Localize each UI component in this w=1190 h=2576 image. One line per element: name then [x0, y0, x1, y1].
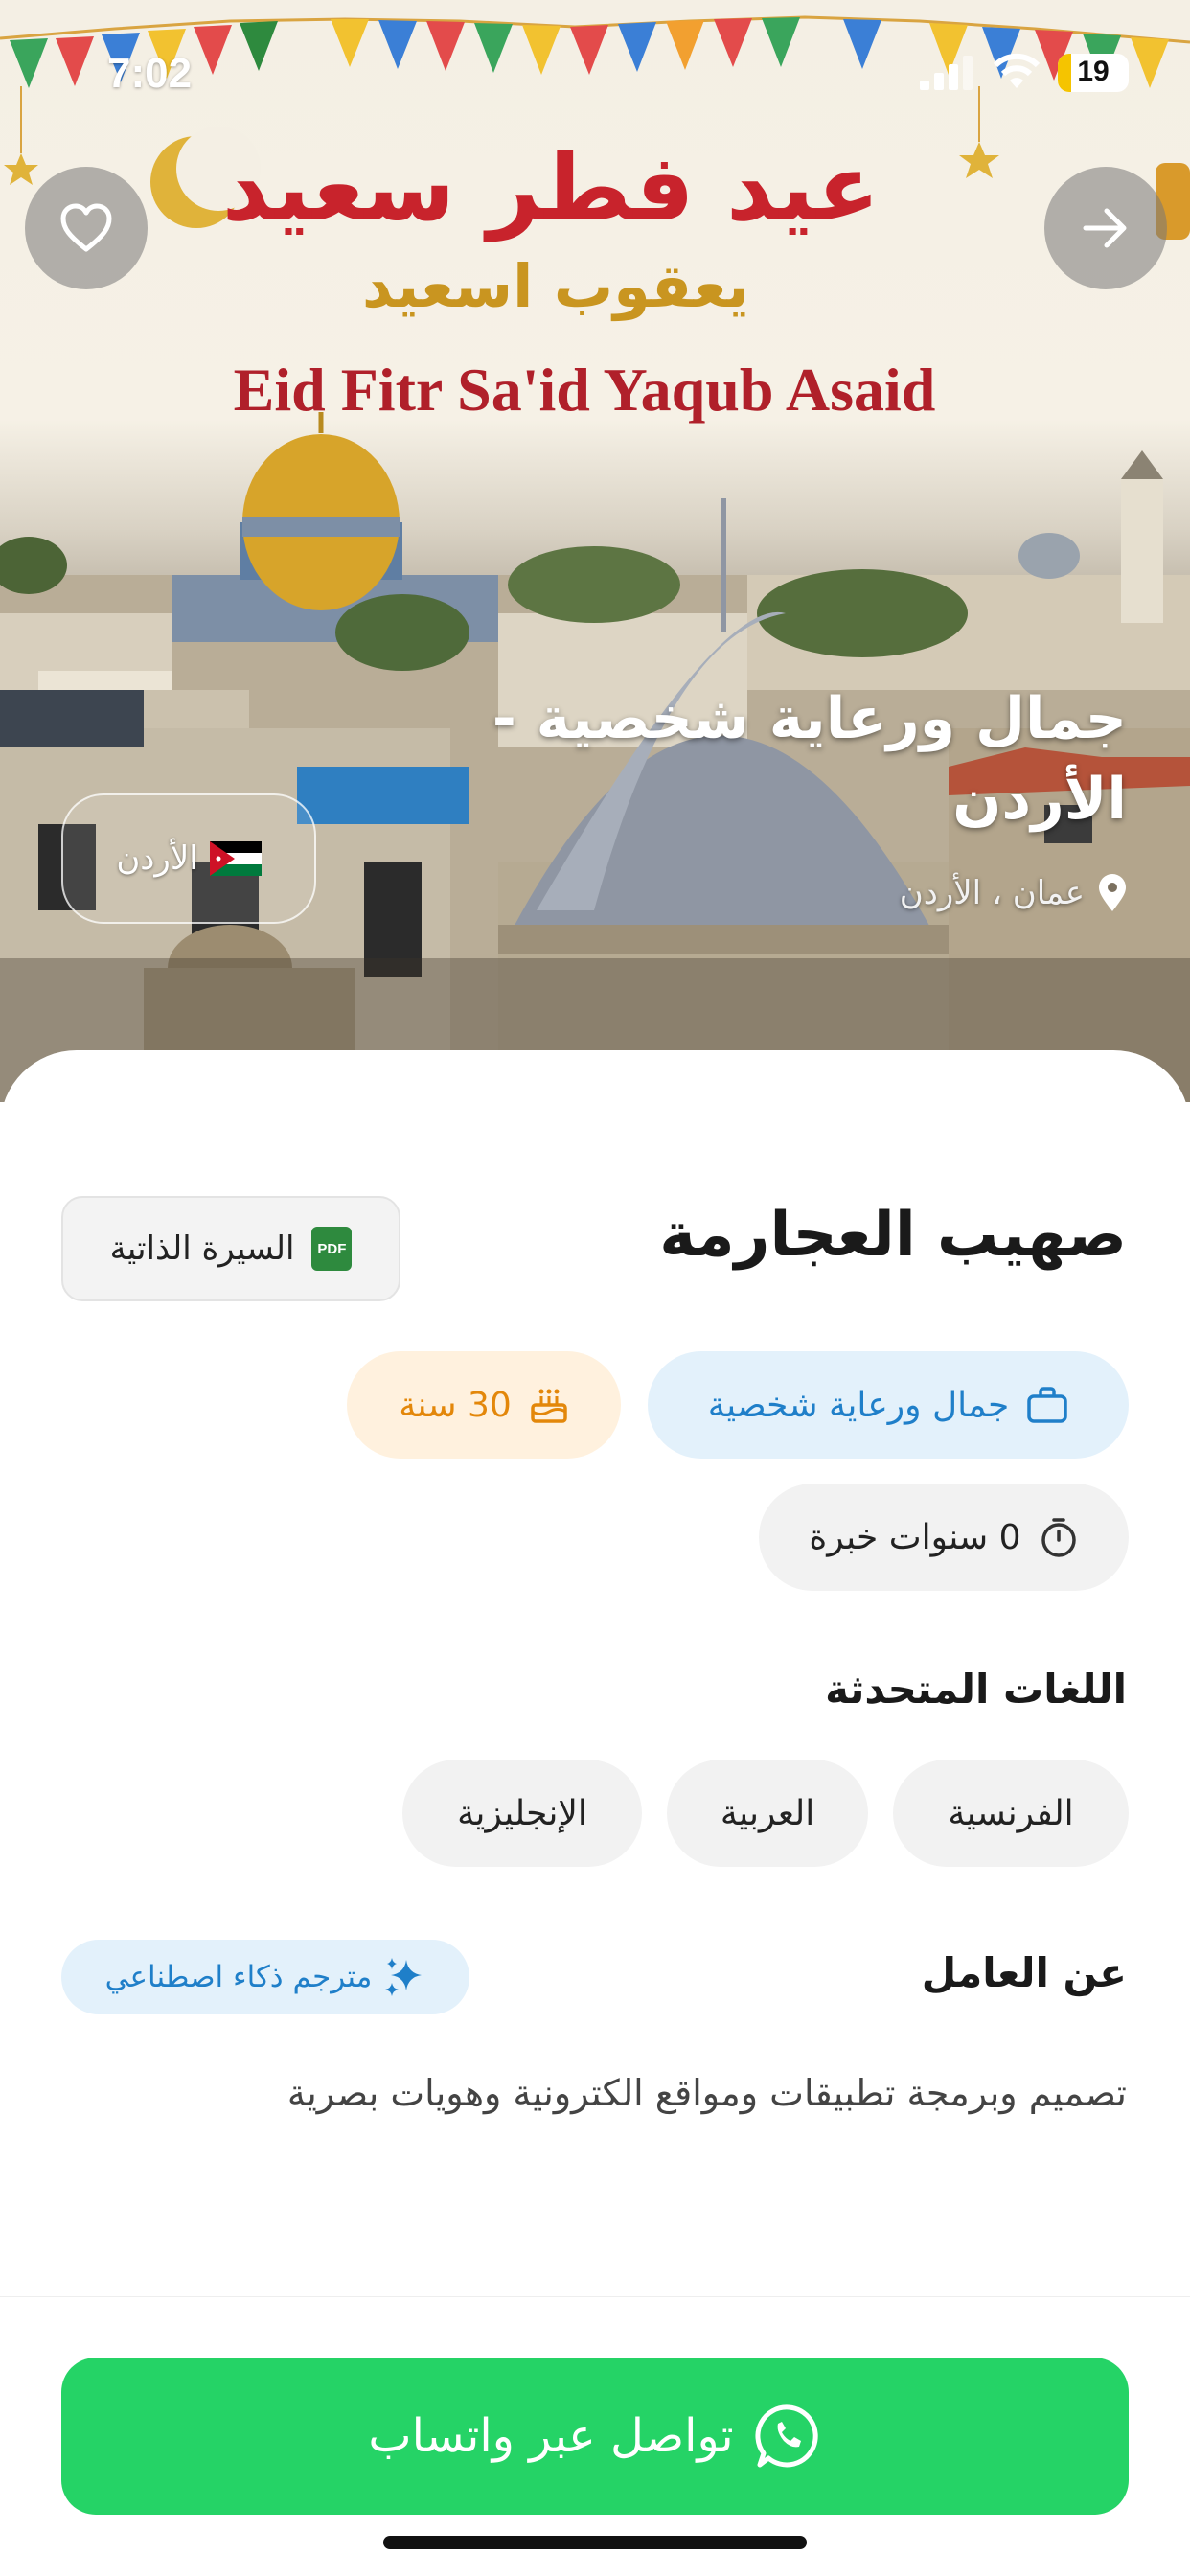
- status-bar: 7:02 19: [0, 0, 1190, 144]
- battery-icon: 19: [1058, 54, 1129, 92]
- location-text: عمان ، الأردن: [899, 874, 1085, 912]
- battery-level: 19: [1077, 56, 1110, 87]
- arrow-right-icon: [1083, 208, 1127, 248]
- country-chip[interactable]: الأردن: [61, 794, 316, 924]
- ai-translator-label: مترجم ذكاء اصطناعي: [104, 1960, 373, 1994]
- status-time: 7:02: [107, 50, 193, 97]
- experience-label: 0 سنوات خبرة: [809, 1517, 1021, 1557]
- cake-icon: [531, 1389, 567, 1423]
- language-chip: الفرنسية: [893, 1760, 1129, 1867]
- age-tag: 30 سنة: [347, 1351, 621, 1459]
- signal-icon: [920, 56, 973, 90]
- banner-name: يعقوب اسعيد: [362, 251, 749, 321]
- forward-button[interactable]: [1044, 167, 1167, 289]
- language-chip: الإنجليزية: [402, 1760, 642, 1867]
- listing-location: عمان ، الأردن: [900, 874, 1127, 912]
- whatsapp-contact-button[interactable]: تواصل عبر واتساب: [61, 2358, 1129, 2515]
- banner-english: Eid Fitr Sa'id Yaqub Asaid: [233, 356, 936, 424]
- wifi-icon: [993, 53, 1041, 88]
- location-pin-icon: [1099, 874, 1126, 911]
- listing-title: جمال ورعاية شخصية - الأردن: [492, 685, 1127, 833]
- home-indicator: [383, 2536, 807, 2549]
- about-title: عن العامل: [921, 1949, 1127, 1996]
- about-description: تصميم وبرمجة تطبيقات ومواقع الكترونية وه…: [286, 2072, 1127, 2114]
- age-label: 30 سنة: [399, 1385, 512, 1425]
- banner-greeting: عيد فطر سعيد: [221, 134, 881, 242]
- category-tag: جمال ورعاية شخصية: [648, 1351, 1129, 1459]
- sparkle-icon: [385, 1958, 423, 1996]
- country-chip-label: الأردن: [116, 840, 198, 878]
- stopwatch-icon: [1041, 1518, 1076, 1557]
- briefcase-icon: [1027, 1387, 1067, 1423]
- jordan-flag-icon: [209, 841, 262, 876]
- language-chip: العربية: [667, 1760, 868, 1867]
- cv-button-label: السيرة الذاتية: [109, 1230, 295, 1268]
- favorite-button[interactable]: [25, 167, 148, 289]
- experience-tag: 0 سنوات خبرة: [759, 1484, 1129, 1591]
- category-label: جمال ورعاية شخصية: [707, 1385, 1010, 1425]
- whatsapp-icon: [755, 2404, 818, 2468]
- ai-translator-button[interactable]: مترجم ذكاء اصطناعي: [61, 1940, 469, 2014]
- heart-icon: [60, 203, 112, 252]
- worker-name: صهيب العجارمة: [659, 1200, 1127, 1271]
- pdf-icon: PDF: [311, 1227, 353, 1271]
- whatsapp-button-label: تواصل عبر واتساب: [368, 2409, 734, 2463]
- languages-title: اللغات المتحدثة: [825, 1666, 1127, 1713]
- hero-image: عيد فطر سعيد يعقوب اسعيد Eid Fitr Sa'id …: [0, 0, 1190, 1102]
- cv-button[interactable]: PDF السيرة الذاتية: [61, 1196, 400, 1301]
